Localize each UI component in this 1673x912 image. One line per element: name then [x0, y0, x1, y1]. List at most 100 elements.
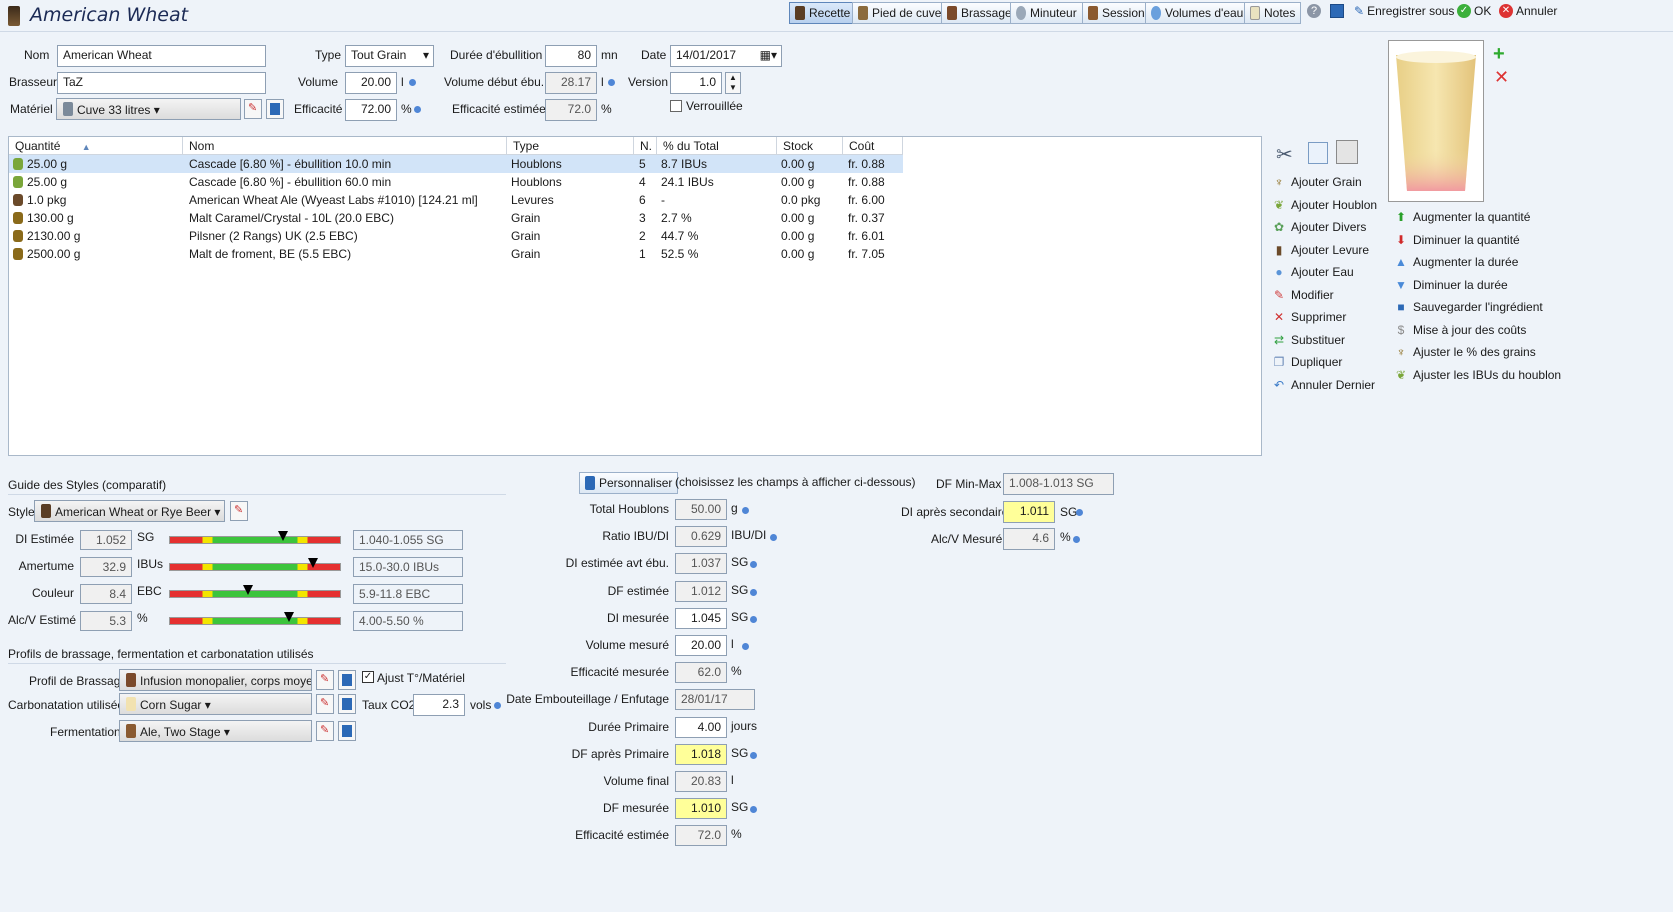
beer-glass-icon — [8, 6, 20, 26]
carbonation-select[interactable]: Corn Sugar ▾ — [119, 693, 312, 715]
edit-fermentation-button[interactable]: ✎ — [316, 721, 334, 741]
locked-checkbox[interactable] — [670, 100, 682, 112]
version-spinner[interactable]: ▲ ▼ — [725, 72, 741, 94]
df-apres-primaire-input[interactable]: 1.018 — [675, 743, 727, 765]
df-mesuree-label: DF mesurée — [602, 801, 669, 816]
di-mesuree-unit: SG — [731, 609, 749, 624]
tab-session[interactable]: Session — [1082, 2, 1151, 24]
tab-notes[interactable]: Notes — [1244, 2, 1302, 24]
column-header-percent[interactable]: % du Total — [657, 137, 777, 155]
augmenter-la-duree-button[interactable]: ▲ Augmenter la durée — [1394, 255, 1518, 269]
co2-input[interactable]: 2.3 — [413, 694, 465, 716]
column-header-number[interactable]: N. — [634, 137, 657, 155]
table-cell-cost: fr. 7.05 — [848, 247, 885, 261]
save-mash-button[interactable] — [338, 670, 356, 690]
add-recipe-image-button[interactable]: + — [1493, 44, 1505, 64]
ajouter-divers-button[interactable]: ✿ Ajouter Divers — [1272, 220, 1366, 234]
fermentation-select[interactable]: Ale, Two Stage ▾ — [119, 720, 312, 742]
column-header-quantity[interactable]: Quantité ▲ — [9, 137, 183, 155]
supprimer-button[interactable]: ✕ Supprimer — [1272, 310, 1346, 324]
efficacite-mesuree-value: 62.0 — [675, 662, 727, 684]
save-fermentation-button[interactable] — [338, 721, 356, 741]
edit-equipment-button[interactable]: ✎ — [244, 99, 262, 119]
type-select[interactable]: Tout Grain ▾ — [345, 45, 434, 67]
df-mesuree-input[interactable]: 1.010 — [675, 798, 727, 820]
edit-mash-button[interactable]: ✎ — [316, 670, 334, 690]
volume-final-unit: l — [731, 773, 734, 787]
tab-minuteur[interactable]: Minuteur — [1010, 2, 1083, 24]
brewer-input[interactable]: TaZ — [57, 72, 266, 94]
efficiency-input[interactable]: 72.00 — [345, 99, 397, 121]
tab-recette[interactable]: Recette — [789, 2, 857, 24]
tab-pied-de-cuve[interactable]: Pied de cuve — [852, 2, 948, 24]
co2-unit: vols — [470, 698, 492, 712]
save-button[interactable] — [1330, 4, 1344, 18]
customize-icon — [585, 476, 595, 490]
ajuster-le-des-grains-button[interactable]: ♆ Ajuster le % des grains — [1394, 345, 1536, 359]
column-header-stock[interactable]: Stock — [777, 137, 843, 155]
ok-button[interactable]: ✓ OK — [1457, 4, 1491, 18]
table-cell-qty: 2130.00 g — [13, 229, 80, 243]
table-row[interactable]: 25.00 g Cascade [6.80 %] - ébullition 60.… — [9, 173, 903, 191]
column-header-type[interactable]: Type — [507, 137, 634, 155]
delete-icon: ✕ — [1273, 310, 1285, 324]
duree-primaire-input[interactable]: 4.00 — [675, 716, 727, 738]
edit-icon: ✎ — [1273, 287, 1285, 302]
di-mesuree-input[interactable]: 1.045 — [675, 607, 727, 629]
substituer-button[interactable]: ⇄ Substituer — [1272, 333, 1345, 347]
version-input[interactable]: 1.0 — [670, 72, 722, 94]
edit-style-button[interactable]: ✎ — [230, 501, 248, 521]
dupliquer-button[interactable]: ❐ Dupliquer — [1272, 355, 1343, 369]
style-stat-unit: % — [137, 611, 148, 625]
ajouter-eau-button[interactable]: ● Ajouter Eau — [1272, 265, 1353, 279]
tab-brassage[interactable]: Brassage — [941, 2, 1018, 24]
column-header-name[interactable]: Nom — [183, 137, 507, 155]
ajuster-les-ibus-du-houblon-button[interactable]: ❦ Ajuster les IBUs du houblon — [1394, 368, 1561, 382]
cut-button[interactable]: ✂ — [1276, 142, 1293, 167]
di-secondary-input[interactable]: 1.011 — [1003, 501, 1055, 523]
abv-measured-label: Alc/V Mesuré — [931, 532, 1003, 546]
table-cell-stock: 0.00 g — [781, 211, 815, 225]
table-row[interactable]: 1.0 pkg American Wheat Ale (Wyeast Labs #… — [9, 191, 903, 209]
diminuer-la-quantite-button[interactable]: ⬇ Diminuer la quantité — [1394, 233, 1520, 247]
date-picker[interactable]: 14/01/2017 ▦▾ — [670, 45, 782, 67]
mash-profile-select[interactable]: Infusion monopalier, corps moyen, — [119, 669, 312, 691]
remove-recipe-image-button[interactable]: ✕ — [1494, 68, 1509, 86]
diminuer-la-duree-button[interactable]: ▼ Diminuer la durée — [1394, 278, 1508, 292]
edit-carbonation-button[interactable]: ✎ — [316, 694, 334, 714]
help-button[interactable]: ? — [1307, 4, 1321, 18]
modifier-button[interactable]: ✎ Modifier — [1272, 288, 1334, 302]
tab-volumes-eau[interactable]: Volumes d'eau — [1145, 2, 1250, 24]
table-row[interactable]: 2500.00 g Malt de froment, BE (5.5 EBC) Gr… — [9, 245, 903, 263]
cancel-button[interactable]: ✕ Annuler — [1499, 4, 1557, 18]
table-row[interactable]: 130.00 g Malt Caramel/Crystal - 10L (20.0… — [9, 209, 903, 227]
ajouter-houblon-button[interactable]: ❦ Ajouter Houblon — [1272, 198, 1377, 212]
table-cell-qty: 25.00 g — [13, 175, 67, 189]
table-row[interactable]: 25.00 g Cascade [6.80 %] - ébullition 10.… — [9, 155, 903, 173]
save-carbonation-button[interactable] — [338, 694, 356, 714]
style-select[interactable]: American Wheat or Rye Beer ▾ — [34, 500, 225, 522]
table-cell-cost: fr. 0.37 — [848, 211, 885, 225]
save-equipment-button[interactable] — [266, 99, 284, 119]
sauvegarder-l-ingredient-button[interactable]: ■ Sauvegarder l'ingrédient — [1394, 300, 1542, 314]
name-input[interactable]: American Wheat — [57, 45, 266, 67]
table-row[interactable]: 2130.00 g Pilsner (2 Rangs) UK (2.5 EBC) G… — [9, 227, 903, 245]
mise-a-jour-des-couts-button[interactable]: $ Mise à jour des coûts — [1394, 323, 1527, 337]
customize-button[interactable]: Personnaliser — [579, 472, 679, 494]
adjust-temp-checkbox[interactable]: ✓ — [362, 671, 374, 683]
annuler-dernier-button[interactable]: ↶ Annuler Dernier — [1272, 378, 1375, 392]
save-as-button[interactable]: ✎ Enregistrer sous — [1354, 4, 1454, 18]
ingredients-table[interactable]: Quantité ▲ Nom Type N. % du Total Stock … — [8, 136, 1262, 456]
paste-button[interactable] — [1336, 140, 1358, 164]
efficiency-unit: % — [401, 102, 412, 116]
augmenter-la-quantite-button[interactable]: ⬆ Augmenter la quantité — [1394, 210, 1530, 224]
table-cell-pct: 44.7 % — [661, 229, 699, 243]
column-header-cost[interactable]: Coût — [843, 137, 903, 155]
copy-button[interactable] — [1308, 142, 1328, 164]
volume-input[interactable]: 20.00 — [345, 72, 397, 94]
ajouter-grain-button[interactable]: ♆ Ajouter Grain — [1272, 175, 1362, 189]
equipment-select[interactable]: Cuve 33 litres ▾ — [56, 98, 241, 120]
boil-input[interactable]: 80 — [545, 45, 597, 67]
volume-mesure-input[interactable]: 20.00 — [675, 635, 727, 656]
ajouter-levure-button[interactable]: ▮ Ajouter Levure — [1272, 243, 1369, 257]
